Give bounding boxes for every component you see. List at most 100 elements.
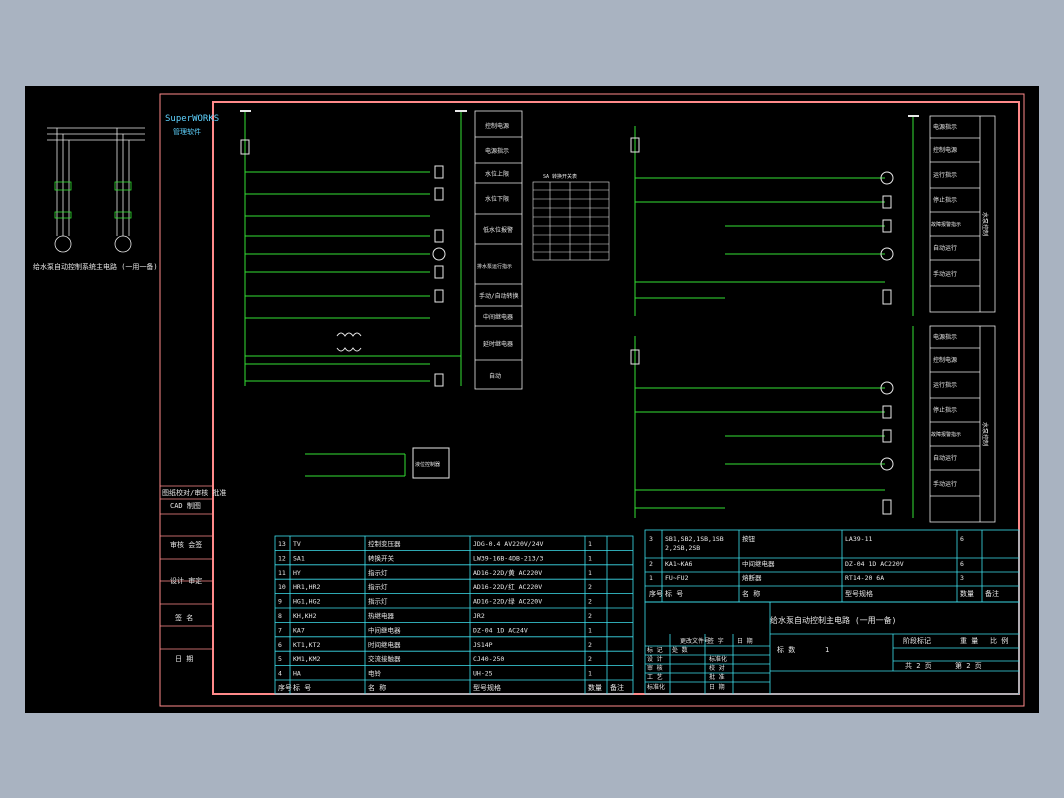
- bom-right-cell: KA1~KA6: [665, 560, 692, 568]
- stage-label: 阶段标记: [903, 636, 931, 645]
- tb-col-2: 签 字: [708, 637, 724, 645]
- bom-left-cell: SA1: [293, 554, 305, 562]
- bom-left-cell: JR2: [473, 612, 485, 620]
- bom-left-cell: 2: [588, 641, 592, 649]
- bom-left-cell: KM1,KM2: [293, 655, 320, 663]
- bom-left-head: 名 称: [368, 683, 386, 692]
- stamp-3: 设计 审定: [170, 576, 202, 585]
- bom-left-cell: HG1,HG2: [293, 598, 320, 606]
- bom-left-cell: 1: [588, 554, 592, 562]
- bom-left-cell: 1: [588, 540, 592, 548]
- bom-left-cell: CJ40-250: [473, 655, 504, 663]
- count-label: 标 数: [777, 645, 795, 654]
- bom-right-head: 备注: [985, 589, 999, 598]
- bom-left-cell: 时间继电器: [368, 640, 401, 649]
- tb-row-0: 标 记: [647, 646, 663, 654]
- bom-left-cell: 11: [278, 569, 286, 577]
- tb-col-1: 更改文件号: [680, 637, 710, 645]
- left-label-7: 手动/自动转换: [479, 292, 519, 300]
- right2-label-6: 手动运行: [933, 480, 957, 488]
- left-label-3: 水位下限: [485, 195, 509, 203]
- bom-left-cell: 6: [278, 641, 282, 649]
- left-label-9: 延时继电器: [483, 340, 513, 348]
- right2-label-4: 故障报警指示: [931, 431, 961, 438]
- right2-label-5: 自动运行: [933, 454, 957, 462]
- bom-left-cell: 中间继电器: [368, 625, 401, 634]
- bom-right-cell: 熔断器: [742, 573, 762, 582]
- right1-label-3: 停止指示: [933, 196, 957, 204]
- stamp-5: 日 期: [175, 655, 193, 663]
- bom-left-cell: HA: [293, 670, 301, 678]
- right2-label-1: 控制电源: [933, 356, 957, 364]
- bom-right-cell: SB1,SB2,1SB,1SB: [665, 535, 724, 543]
- control-circuit-right-1: [634, 116, 914, 316]
- bom-right-cell: 按钮: [742, 534, 756, 543]
- main-circuit-schematic: [47, 127, 145, 253]
- bom-left-cell: UH-25: [473, 670, 493, 678]
- inner-frame: [212, 101, 1020, 695]
- bom-left-cell: TV: [293, 540, 301, 548]
- bom-left-cell: 热继电器: [368, 611, 395, 620]
- bom-left-cell: 2: [588, 612, 592, 620]
- level-controller-label: 液位控制器: [415, 461, 440, 468]
- bom-left-cell: 1: [588, 670, 592, 678]
- stamp-1: CAD 制图: [170, 501, 201, 510]
- left-caption: 给水泵自动控制系统主电路 (一用一备): [33, 262, 158, 271]
- left-label-2: 水位上限: [485, 170, 509, 178]
- right1-label-4: 故障报警指示: [931, 221, 961, 228]
- logo-brand: SuperWORKS: [165, 114, 219, 124]
- bom-left-cell: 9: [278, 598, 282, 606]
- right1-label-5: 自动运行: [933, 244, 957, 252]
- bom-left-table: [274, 535, 634, 695]
- right2-side-tag: 水泵控制: [981, 422, 989, 446]
- tb-sig-0: 标准化: [709, 655, 727, 663]
- left-label-0: 控制电源: [485, 122, 509, 130]
- bom-left-cell: AD16-22D/绿 AC220V: [473, 597, 542, 606]
- cad-drawing: SuperWORKS 管理软件 图纸校对/审核 批准 CAD 制图 审核 会签 …: [33, 93, 1025, 707]
- left-stamp-column: [160, 485, 213, 650]
- right2-label-0: 电源指示: [933, 333, 957, 341]
- level-controller-circuit: [305, 453, 406, 477]
- coils-right-2: [630, 349, 894, 515]
- logo-sub: 管理软件: [173, 127, 201, 136]
- bom-right-cell: LA39-11: [845, 535, 872, 543]
- bom-left-cell: KH,KH2: [293, 612, 317, 620]
- bom-right-rows: 3 SB1,SB2,1SB,1SB2,2SB,2SB 按钮 LA39-11 6 2 KA1~…: [649, 534, 999, 598]
- bom-left-cell: 4: [278, 670, 282, 678]
- bom-left-cell: 转换开关: [368, 553, 395, 562]
- sheet-no: 第 2 页: [955, 661, 982, 670]
- bom-right-head: 型号规格: [845, 589, 873, 598]
- transformer: [336, 332, 362, 352]
- tb-col-3: 日 期: [737, 637, 753, 645]
- drawing-title: 给水泵自动控制主电路 (一用一备): [770, 615, 896, 625]
- stamp-0: 图纸校对/审核 批准: [162, 488, 226, 497]
- bom-right-cell: 2,2SB,2SB: [665, 544, 700, 552]
- bom-left-cell: HY: [293, 569, 301, 577]
- right2-label-3: 停止指示: [933, 406, 957, 414]
- bom-left-head: 标 号: [293, 683, 311, 692]
- bom-right-cell: 中间继电器: [742, 559, 775, 568]
- bom-left-cell: KT1,KT2: [293, 641, 320, 649]
- bom-left-cell: 指示灯: [368, 582, 388, 591]
- bom-left-head: 型号规格: [473, 683, 501, 692]
- tb-col-0: 处 数: [672, 646, 688, 654]
- tb-row-4: 标准化: [647, 683, 665, 691]
- bom-left-cell: AD16-22D/红 AC220V: [473, 582, 542, 591]
- bom-left-cell: AD16-22D/黄 AC220V: [473, 568, 542, 577]
- left-label-6: 排水泵运行指示: [477, 263, 512, 270]
- bom-left-cell: 13: [278, 540, 286, 548]
- right1-side-tag: 水泵控制: [981, 212, 989, 236]
- bom-right-head: 数量: [960, 589, 974, 598]
- bom-right-cell: FU~FU2: [665, 574, 689, 582]
- bom-left-cell: 2: [588, 583, 592, 591]
- right1-label-0: 电源指示: [933, 123, 957, 131]
- bom-left-cell: 指示灯: [368, 568, 388, 577]
- bom-left-head: 备注: [610, 683, 624, 692]
- bom-right-head: 名 称: [742, 589, 760, 598]
- bom-left-cell: 控制变压器: [368, 539, 401, 548]
- left-label-1: 电源指示: [485, 147, 509, 155]
- bom-left-cell: 8: [278, 612, 282, 620]
- coils-right-1: [630, 115, 919, 305]
- weight-label: 重 量: [960, 637, 978, 645]
- bom-right-cell: 6: [960, 535, 964, 543]
